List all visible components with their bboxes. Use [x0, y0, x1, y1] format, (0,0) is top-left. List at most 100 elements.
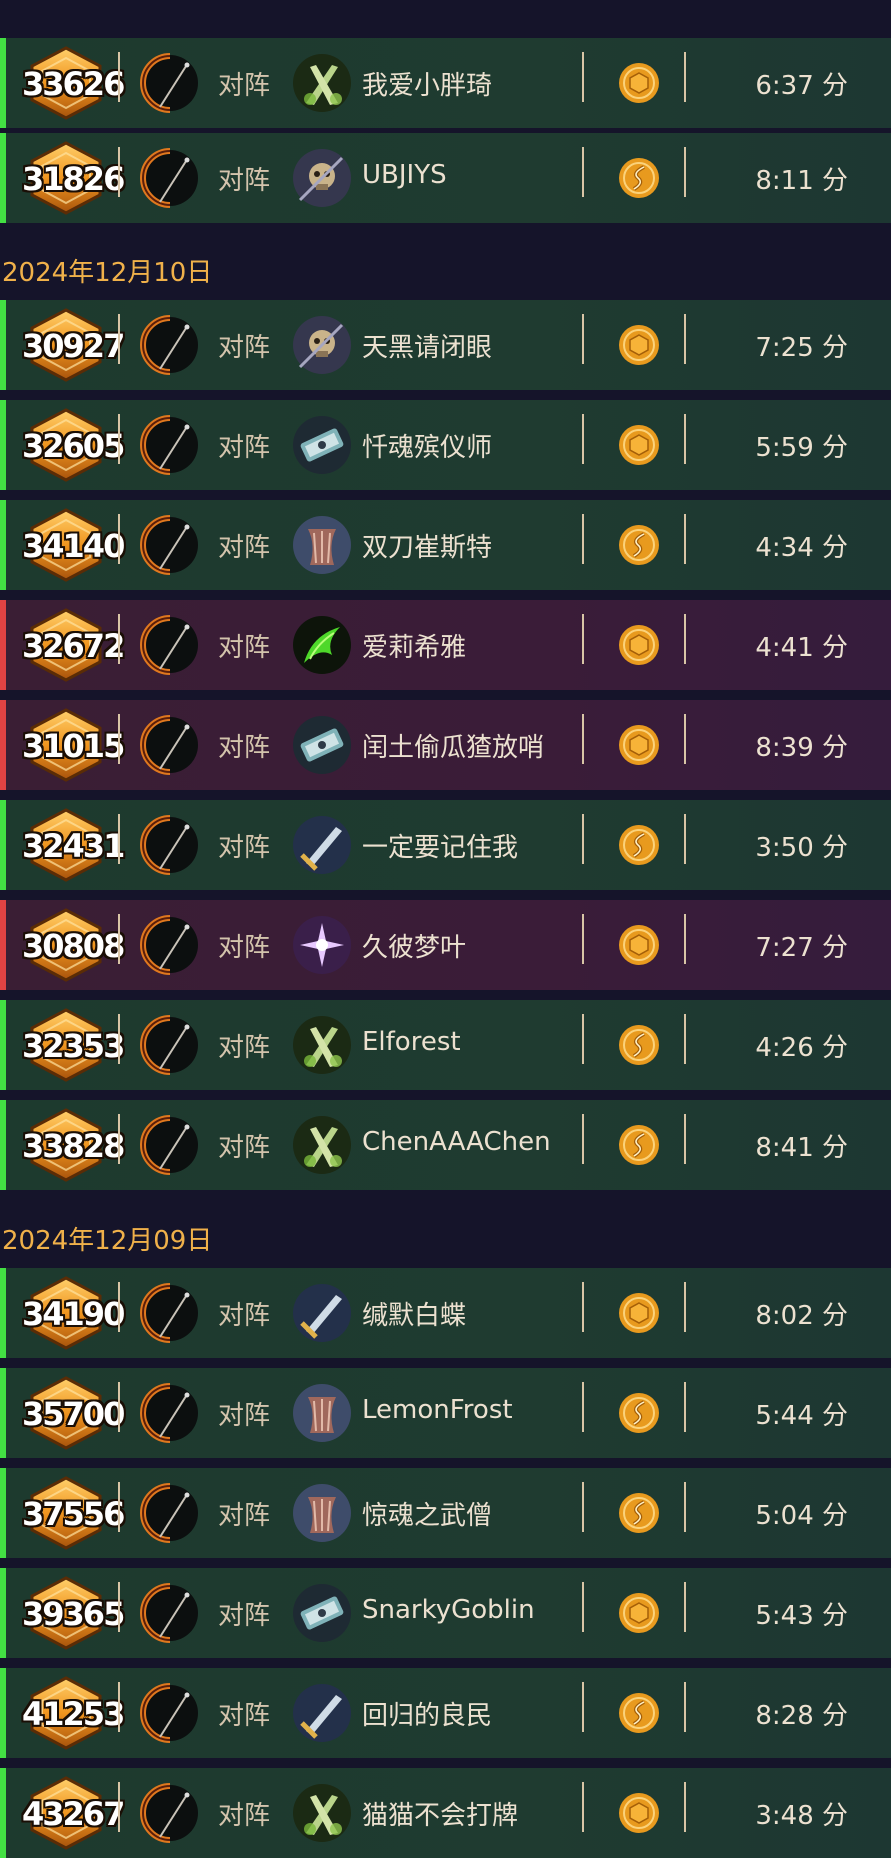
- rank-badge: 39365: [22, 1576, 125, 1650]
- divider: [684, 314, 686, 364]
- opponent-crossed-hammers-icon[interactable]: [292, 715, 352, 775]
- rank-badge: 30927: [22, 308, 125, 382]
- match-row[interactable]: 31826 对阵 UBJIYS 8:11 分: [0, 133, 891, 223]
- opponent-name[interactable]: 忏魂殡仪师: [362, 427, 492, 464]
- hero-class-icon: [140, 1583, 200, 1643]
- match-mode-label: 对阵: [218, 533, 271, 563]
- rank-value: 32605: [22, 427, 125, 465]
- rank-badge: 31015: [22, 708, 125, 782]
- divider: [582, 1482, 584, 1532]
- divider: [582, 714, 584, 764]
- divider: [582, 1782, 584, 1832]
- match-mode-label: 对阵: [218, 1401, 271, 1431]
- divider: [684, 1114, 686, 1164]
- rank-value: 30927: [22, 327, 125, 365]
- rank-badge: 34190: [22, 1276, 125, 1350]
- hero-class-icon: [140, 53, 200, 113]
- divider: [684, 814, 686, 864]
- match-duration: 8:11 分: [755, 166, 848, 196]
- match-row[interactable]: 33626 对阵 我爱小胖琦 6:37 分: [0, 38, 891, 128]
- opponent-twin-blades-icon[interactable]: [292, 1783, 352, 1843]
- date-header: 2024年12月10日: [2, 258, 213, 288]
- hero-class-icon: [140, 715, 200, 775]
- opponent-crossed-hammers-icon[interactable]: [292, 415, 352, 475]
- rank-value: 32672: [22, 627, 125, 665]
- divider: [118, 1114, 120, 1164]
- match-row[interactable]: 34140 对阵 双刀崔斯特 4:34 分: [0, 500, 891, 590]
- match-row[interactable]: 37556 对阵 惊魂之武僧 5:04 分: [0, 1468, 891, 1558]
- match-duration: 7:25 分: [755, 333, 848, 363]
- opponent-great-sword-icon[interactable]: [292, 1283, 352, 1343]
- opponent-twin-blades-icon[interactable]: [292, 53, 352, 113]
- opponent-name[interactable]: 爱莉希雅: [362, 627, 466, 664]
- match-row[interactable]: 41253 对阵 回归的良民 8:28 分: [0, 1668, 891, 1758]
- rank-value: 30808: [22, 927, 125, 965]
- match-duration: 5:59 分: [755, 433, 848, 463]
- match-row[interactable]: 32353 对阵 Elforest 4:26 分: [0, 1000, 891, 1090]
- divider: [118, 914, 120, 964]
- opponent-name[interactable]: 回归的良民: [362, 1695, 492, 1732]
- divider: [684, 1482, 686, 1532]
- opponent-crossed-hammers-icon[interactable]: [292, 1583, 352, 1643]
- divider: [582, 914, 584, 964]
- opponent-name[interactable]: 久彼梦叶: [362, 927, 466, 964]
- match-row[interactable]: 30927 对阵 天黑请闭眼 7:25 分: [0, 300, 891, 390]
- opponent-arcane-star-icon[interactable]: [292, 915, 352, 975]
- opponent-name[interactable]: 闰土偷瓜猹放哨: [362, 727, 544, 764]
- match-row[interactable]: 32605 对阵 忏魂殡仪师 5:59 分: [0, 400, 891, 490]
- opponent-name[interactable]: 惊魂之武僧: [362, 1495, 492, 1532]
- opponent-skull-dagger-icon[interactable]: [292, 148, 352, 208]
- opponent-name[interactable]: 天黑请闭眼: [362, 327, 492, 364]
- match-row[interactable]: 34190 对阵 缄默白蝶 8:02 分: [0, 1268, 891, 1358]
- opponent-stone-claw-icon[interactable]: [292, 515, 352, 575]
- match-row[interactable]: 31015 对阵 闰土偷瓜猹放哨 8:39 分: [0, 700, 891, 790]
- opponent-stone-claw-icon[interactable]: [292, 1383, 352, 1443]
- opponent-name[interactable]: LemonFrost: [362, 1395, 513, 1425]
- match-row[interactable]: 32672 对阵 爱莉希雅 4:41 分: [0, 600, 891, 690]
- opponent-fel-glaive-icon[interactable]: [292, 615, 352, 675]
- match-row[interactable]: 32431 对阵 一定要记住我 3:50 分: [0, 800, 891, 890]
- opponent-skull-dagger-icon[interactable]: [292, 315, 352, 375]
- rank-badge: 33626: [22, 46, 125, 120]
- coin-icon: [618, 624, 660, 666]
- match-mode-label: 对阵: [218, 833, 271, 863]
- hero-class-icon: [140, 615, 200, 675]
- opponent-name[interactable]: ChenAAAChen: [362, 1127, 551, 1157]
- divider: [118, 1682, 120, 1732]
- opponent-name[interactable]: SnarkyGoblin: [362, 1595, 535, 1625]
- match-row[interactable]: 30808 对阵 久彼梦叶 7:27 分: [0, 900, 891, 990]
- divider: [118, 614, 120, 664]
- match-mode-label: 对阵: [218, 433, 271, 463]
- opponent-name[interactable]: 双刀崔斯特: [362, 527, 492, 564]
- date-header: 2024年12月09日: [2, 1226, 213, 1256]
- rank-value: 43267: [22, 1795, 125, 1833]
- rank-badge: 35700: [22, 1376, 125, 1450]
- match-row[interactable]: 35700 对阵 LemonFrost 5:44 分: [0, 1368, 891, 1458]
- match-duration: 8:39 分: [755, 733, 848, 763]
- opponent-name[interactable]: 猫猫不会打牌: [362, 1795, 518, 1832]
- match-duration: 8:28 分: [755, 1701, 848, 1731]
- rank-badge: 33828: [22, 1108, 125, 1182]
- match-row[interactable]: 43267 对阵 猫猫不会打牌 3:48 分: [0, 1768, 891, 1858]
- opponent-name[interactable]: UBJIYS: [362, 160, 447, 190]
- swirl-coin-icon: [618, 1124, 660, 1166]
- opponent-name[interactable]: Elforest: [362, 1027, 461, 1057]
- opponent-stone-claw-icon[interactable]: [292, 1483, 352, 1543]
- match-row[interactable]: 33828 对阵 ChenAAAChen 8:41 分: [0, 1100, 891, 1190]
- match-duration: 3:48 分: [755, 1801, 848, 1831]
- coin-icon: [618, 724, 660, 766]
- opponent-great-sword-icon[interactable]: [292, 1683, 352, 1743]
- divider: [118, 314, 120, 364]
- coin-icon: [618, 1792, 660, 1834]
- match-duration: 8:41 分: [755, 1133, 848, 1163]
- opponent-twin-blades-icon[interactable]: [292, 1115, 352, 1175]
- opponent-name[interactable]: 缄默白蝶: [362, 1295, 466, 1332]
- opponent-twin-blades-icon[interactable]: [292, 1015, 352, 1075]
- opponent-name[interactable]: 一定要记住我: [362, 827, 518, 864]
- opponent-name[interactable]: 我爱小胖琦: [362, 65, 492, 102]
- match-row[interactable]: 39365 对阵 SnarkyGoblin 5:43 分: [0, 1568, 891, 1658]
- match-duration: 8:02 分: [755, 1301, 848, 1331]
- hero-class-icon: [140, 815, 200, 875]
- opponent-great-sword-icon[interactable]: [292, 815, 352, 875]
- rank-badge: 30808: [22, 908, 125, 982]
